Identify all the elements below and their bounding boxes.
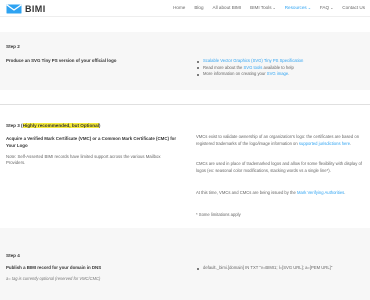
chevron-down-icon: ⌄	[307, 6, 311, 10]
envelope-icon	[6, 3, 22, 13]
issuers-paragraph: At this time, VMCs and CMCs are being is…	[196, 190, 346, 195]
highlight: Highly recommended, but Optional	[22, 123, 99, 128]
svg-tools-link[interactable]: SVG tools	[244, 65, 263, 70]
jurisdictions-link[interactable]: supported jurisdictions here	[299, 141, 350, 146]
list-item: More information on creating your SVG im…	[196, 71, 303, 78]
vmc-paragraph: VMCs exist to validate ownership of an o…	[196, 134, 360, 146]
nav-contact-us[interactable]: Contact Us	[342, 5, 365, 11]
step4-section	[0, 228, 370, 300]
site-logo[interactable]: BIMI	[6, 3, 46, 14]
svg-image-link[interactable]: SVG image	[267, 71, 288, 76]
step2-heading: Produce an SVG Tiny PS version of your o…	[6, 58, 117, 63]
nav-bimi-tools[interactable]: BIMI Tools⌄	[250, 5, 276, 11]
section-divider	[0, 104, 370, 105]
footnote: * Some limitations apply	[196, 212, 241, 217]
dns-record-item: default._bimi.[domain] IN TXT "v=BIMI1; …	[196, 265, 332, 272]
chevron-down-icon: ⌄	[330, 6, 334, 10]
nav-blog[interactable]: Blog	[194, 5, 203, 11]
nav-home[interactable]: Home	[173, 5, 185, 11]
nav-resources[interactable]: Resources⌄	[285, 5, 311, 11]
step3-title: Step 3 (Highly recommended, but Optional…	[6, 123, 101, 128]
step3-heading: Acquire a Verified Mark Certificate (VMC…	[6, 136, 177, 148]
step4-bullets: default._bimi.[domain] IN TXT "v=BIMI1; …	[196, 265, 332, 272]
mark-verifying-authorities-link[interactable]: Mark Verifying Authorities	[297, 190, 344, 195]
step2-bullets: Scalable Vector Graphics (SVG) Tiny PS S…	[196, 58, 303, 78]
logo-text: BIMI	[25, 3, 46, 14]
cmc-paragraph: CMCs are used in place of trademarked lo…	[196, 161, 362, 173]
nav-faq[interactable]: FAQ⌄	[320, 5, 333, 11]
site-header: BIMI Home Blog All about BIMI BIMI Tools…	[0, 0, 370, 17]
step4-note: a= tag is currently optional (reserved f…	[6, 276, 101, 281]
svg-spec-link[interactable]: Scalable Vector Graphics (SVG) Tiny PS S…	[203, 58, 303, 63]
step3-note: Note: Self-Asserted BIMI records have li…	[6, 154, 161, 166]
main-nav: Home Blog All about BIMI BIMI Tools⌄ Res…	[164, 5, 365, 11]
step4-title: Step 4	[6, 253, 20, 258]
step2-title: Step 2	[6, 44, 20, 49]
step4-heading: Publish a BIMI record for your domain in…	[6, 265, 102, 270]
nav-all-about-bimi[interactable]: All about BIMI	[213, 5, 242, 11]
chevron-down-icon: ⌄	[272, 6, 276, 10]
